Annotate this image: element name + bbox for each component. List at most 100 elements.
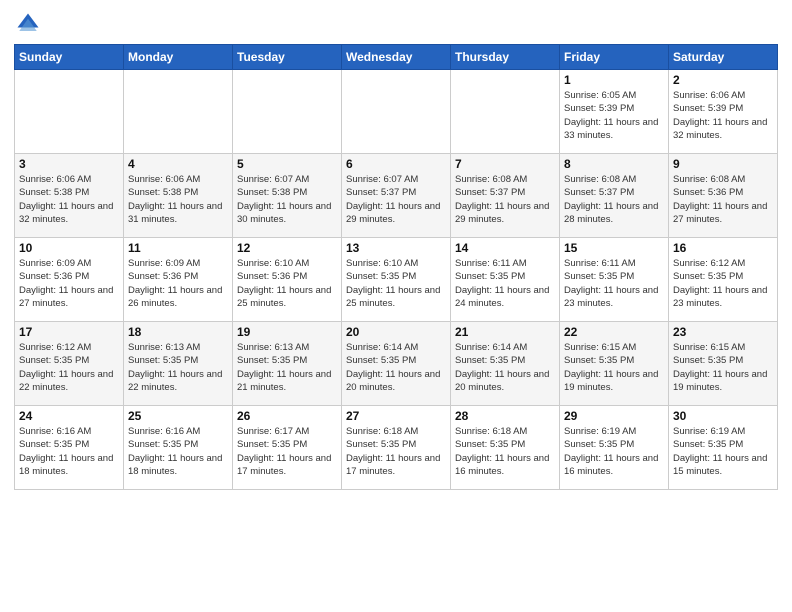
calendar-cell: 18Sunrise: 6:13 AM Sunset: 5:35 PM Dayli…: [124, 322, 233, 406]
calendar-cell: 5 Sunrise: 6:07 AM Sunset: 5:38 PM Daylig…: [233, 154, 342, 238]
calendar-cell: [342, 70, 451, 154]
calendar-day-header: Thursday: [451, 45, 560, 70]
calendar-cell: 28 Sunrise: 6:18 AM Sunset: 5:35 PM Dayli…: [451, 406, 560, 490]
calendar-cell: 13Sunrise: 6:10 AM Sunset: 5:35 PM Dayli…: [342, 238, 451, 322]
day-number: 23: [673, 325, 773, 339]
day-number: 14: [455, 241, 555, 255]
calendar-cell: 1 Sunrise: 6:05 AM Sunset: 5:39 PM Daylig…: [560, 70, 669, 154]
calendar-cell: [451, 70, 560, 154]
day-number: 20: [346, 325, 446, 339]
day-info: Sunrise: 6:11 AM Sunset: 5:35 PM Dayligh…: [564, 257, 664, 310]
page: SundayMondayTuesdayWednesdayThursdayFrid…: [0, 0, 792, 612]
calendar-day-header: Sunday: [15, 45, 124, 70]
day-info: Sunrise: 6:17 AM Sunset: 5:35 PM Dayligh…: [237, 425, 337, 478]
calendar-cell: 19 Sunrise: 6:13 AM Sunset: 5:35 PM Dayli…: [233, 322, 342, 406]
day-info: Sunrise: 6:06 AM Sunset: 5:38 PM Dayligh…: [128, 173, 228, 226]
day-number: 6: [346, 157, 446, 171]
day-number: 26: [237, 409, 337, 423]
calendar-cell: [124, 70, 233, 154]
calendar-week-row: 3 Sunrise: 6:06 AM Sunset: 5:38 PM Daylig…: [15, 154, 778, 238]
day-info: Sunrise: 6:10 AM Sunset: 5:36 PM Dayligh…: [237, 257, 337, 310]
day-number: 10: [19, 241, 119, 255]
calendar-cell: 11Sunrise: 6:09 AM Sunset: 5:36 PM Dayli…: [124, 238, 233, 322]
day-number: 27: [346, 409, 446, 423]
calendar-day-header: Tuesday: [233, 45, 342, 70]
calendar-cell: 6 Sunrise: 6:07 AM Sunset: 5:37 PM Daylig…: [342, 154, 451, 238]
day-info: Sunrise: 6:16 AM Sunset: 5:35 PM Dayligh…: [19, 425, 119, 478]
day-info: Sunrise: 6:15 AM Sunset: 5:35 PM Dayligh…: [673, 341, 773, 394]
day-number: 1: [564, 73, 664, 87]
day-info: Sunrise: 6:13 AM Sunset: 5:35 PM Dayligh…: [237, 341, 337, 394]
day-info: Sunrise: 6:08 AM Sunset: 5:37 PM Dayligh…: [455, 173, 555, 226]
calendar-cell: 27 Sunrise: 6:18 AM Sunset: 5:35 PM Dayli…: [342, 406, 451, 490]
calendar-week-row: 24 Sunrise: 6:16 AM Sunset: 5:35 PM Dayli…: [15, 406, 778, 490]
day-info: Sunrise: 6:05 AM Sunset: 5:39 PM Dayligh…: [564, 89, 664, 142]
calendar-cell: 2Sunrise: 6:06 AM Sunset: 5:39 PM Daylig…: [669, 70, 778, 154]
calendar-cell: 29 Sunrise: 6:19 AM Sunset: 5:35 PM Dayli…: [560, 406, 669, 490]
calendar-cell: 24 Sunrise: 6:16 AM Sunset: 5:35 PM Dayli…: [15, 406, 124, 490]
day-number: 24: [19, 409, 119, 423]
day-number: 7: [455, 157, 555, 171]
day-number: 29: [564, 409, 664, 423]
calendar-cell: 17 Sunrise: 6:12 AM Sunset: 5:35 PM Dayli…: [15, 322, 124, 406]
day-number: 19: [237, 325, 337, 339]
calendar-cell: 15 Sunrise: 6:11 AM Sunset: 5:35 PM Dayli…: [560, 238, 669, 322]
calendar-day-header: Saturday: [669, 45, 778, 70]
calendar-cell: 22 Sunrise: 6:15 AM Sunset: 5:35 PM Dayli…: [560, 322, 669, 406]
calendar-cell: 30Sunrise: 6:19 AM Sunset: 5:35 PM Dayli…: [669, 406, 778, 490]
calendar-cell: 12 Sunrise: 6:10 AM Sunset: 5:36 PM Dayli…: [233, 238, 342, 322]
calendar-cell: 7 Sunrise: 6:08 AM Sunset: 5:37 PM Daylig…: [451, 154, 560, 238]
calendar-cell: [233, 70, 342, 154]
day-number: 30: [673, 409, 773, 423]
day-info: Sunrise: 6:08 AM Sunset: 5:37 PM Dayligh…: [564, 173, 664, 226]
day-number: 17: [19, 325, 119, 339]
day-info: Sunrise: 6:11 AM Sunset: 5:35 PM Dayligh…: [455, 257, 555, 310]
day-info: Sunrise: 6:07 AM Sunset: 5:38 PM Dayligh…: [237, 173, 337, 226]
calendar-cell: 16 Sunrise: 6:12 AM Sunset: 5:35 PM Dayli…: [669, 238, 778, 322]
calendar-cell: 25Sunrise: 6:16 AM Sunset: 5:35 PM Dayli…: [124, 406, 233, 490]
calendar-day-header: Monday: [124, 45, 233, 70]
logo: [14, 10, 46, 38]
header: [14, 10, 778, 38]
day-number: 12: [237, 241, 337, 255]
day-number: 2: [673, 73, 773, 87]
calendar-cell: 20Sunrise: 6:14 AM Sunset: 5:35 PM Dayli…: [342, 322, 451, 406]
calendar-cell: 23 Sunrise: 6:15 AM Sunset: 5:35 PM Dayli…: [669, 322, 778, 406]
calendar-table: SundayMondayTuesdayWednesdayThursdayFrid…: [14, 44, 778, 490]
day-info: Sunrise: 6:13 AM Sunset: 5:35 PM Dayligh…: [128, 341, 228, 394]
day-number: 16: [673, 241, 773, 255]
day-info: Sunrise: 6:09 AM Sunset: 5:36 PM Dayligh…: [19, 257, 119, 310]
day-info: Sunrise: 6:18 AM Sunset: 5:35 PM Dayligh…: [346, 425, 446, 478]
day-info: Sunrise: 6:08 AM Sunset: 5:36 PM Dayligh…: [673, 173, 773, 226]
day-info: Sunrise: 6:15 AM Sunset: 5:35 PM Dayligh…: [564, 341, 664, 394]
day-number: 9: [673, 157, 773, 171]
day-info: Sunrise: 6:12 AM Sunset: 5:35 PM Dayligh…: [19, 341, 119, 394]
day-number: 15: [564, 241, 664, 255]
day-number: 28: [455, 409, 555, 423]
day-number: 3: [19, 157, 119, 171]
day-info: Sunrise: 6:07 AM Sunset: 5:37 PM Dayligh…: [346, 173, 446, 226]
day-info: Sunrise: 6:12 AM Sunset: 5:35 PM Dayligh…: [673, 257, 773, 310]
logo-icon: [14, 10, 42, 38]
day-number: 5: [237, 157, 337, 171]
calendar-week-row: 17 Sunrise: 6:12 AM Sunset: 5:35 PM Dayli…: [15, 322, 778, 406]
calendar-cell: 21Sunrise: 6:14 AM Sunset: 5:35 PM Dayli…: [451, 322, 560, 406]
day-info: Sunrise: 6:16 AM Sunset: 5:35 PM Dayligh…: [128, 425, 228, 478]
calendar-cell: 10 Sunrise: 6:09 AM Sunset: 5:36 PM Dayli…: [15, 238, 124, 322]
day-info: Sunrise: 6:19 AM Sunset: 5:35 PM Dayligh…: [564, 425, 664, 478]
calendar-cell: 26 Sunrise: 6:17 AM Sunset: 5:35 PM Dayli…: [233, 406, 342, 490]
calendar-week-row: 10 Sunrise: 6:09 AM Sunset: 5:36 PM Dayli…: [15, 238, 778, 322]
calendar-cell: [15, 70, 124, 154]
day-info: Sunrise: 6:09 AM Sunset: 5:36 PM Dayligh…: [128, 257, 228, 310]
calendar-cell: 4Sunrise: 6:06 AM Sunset: 5:38 PM Daylig…: [124, 154, 233, 238]
calendar-week-row: 1 Sunrise: 6:05 AM Sunset: 5:39 PM Daylig…: [15, 70, 778, 154]
calendar-day-header: Friday: [560, 45, 669, 70]
calendar-header-row: SundayMondayTuesdayWednesdayThursdayFrid…: [15, 45, 778, 70]
day-info: Sunrise: 6:18 AM Sunset: 5:35 PM Dayligh…: [455, 425, 555, 478]
day-number: 22: [564, 325, 664, 339]
day-number: 21: [455, 325, 555, 339]
day-info: Sunrise: 6:10 AM Sunset: 5:35 PM Dayligh…: [346, 257, 446, 310]
day-info: Sunrise: 6:06 AM Sunset: 5:38 PM Dayligh…: [19, 173, 119, 226]
calendar-cell: 3 Sunrise: 6:06 AM Sunset: 5:38 PM Daylig…: [15, 154, 124, 238]
calendar-day-header: Wednesday: [342, 45, 451, 70]
